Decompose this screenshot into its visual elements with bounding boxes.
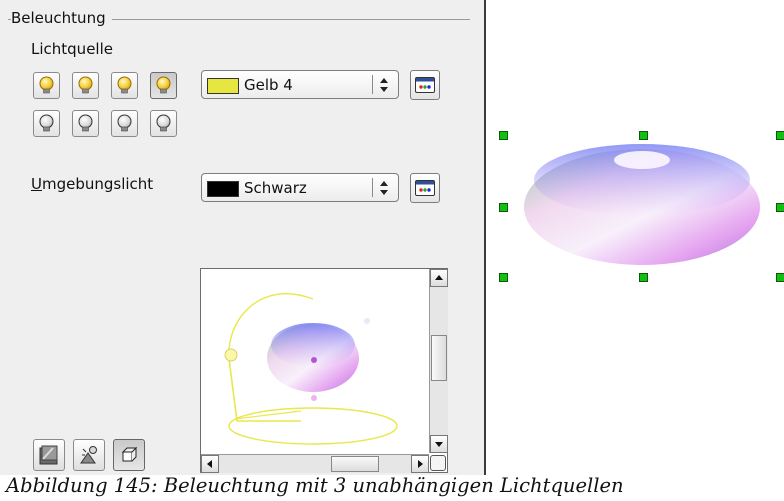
spin-arrows-icon	[380, 78, 388, 92]
light-color-swatch	[207, 78, 239, 94]
light-color-picker-button[interactable]	[410, 70, 440, 100]
selection-handle-top-center[interactable]	[639, 131, 648, 140]
figure-caption: Abbildung 145: Beleuchtung mit 3 unabhän…	[6, 474, 624, 497]
scroll-left-button[interactable]	[201, 455, 219, 473]
torus-hole	[614, 151, 670, 169]
selection-handle-bottom-left[interactable]	[499, 273, 508, 282]
horizontal-scroll-thumb[interactable]	[331, 456, 379, 472]
shading-button[interactable]	[33, 439, 65, 471]
ambient-color-swatch	[207, 181, 239, 197]
light-source-2-button[interactable]	[72, 72, 99, 99]
arrow-right-icon	[418, 460, 423, 468]
selection-handle-top-left[interactable]	[499, 131, 508, 140]
bulb-off-icon	[78, 114, 93, 132]
panel-divider	[484, 0, 486, 475]
light-source-1-button[interactable]	[33, 72, 60, 99]
scroll-down-button[interactable]	[430, 435, 448, 453]
ambient-light-label: Umgebungslicht	[31, 175, 154, 193]
arrow-left-icon	[207, 460, 212, 468]
horizontal-scrollbar[interactable]	[201, 454, 429, 473]
bulb-off-icon	[117, 114, 132, 132]
vertical-scroll-thumb[interactable]	[431, 335, 447, 381]
light-source-7-button[interactable]	[111, 110, 138, 137]
light-source-5-button[interactable]	[33, 110, 60, 137]
color-dialog-icon	[415, 180, 435, 196]
ambient-color-value: Schwarz	[244, 179, 307, 197]
light-color-value: Gelb 4	[244, 76, 293, 94]
combo-separator	[372, 75, 373, 94]
selection-handle-middle-right[interactable]	[776, 203, 784, 212]
selection-handle-middle-left[interactable]	[499, 203, 508, 212]
geometry-button[interactable]	[113, 439, 145, 471]
lighting-icon	[80, 446, 97, 464]
color-dialog-icon	[415, 77, 435, 93]
geometry-icon	[121, 446, 138, 462]
bulb-on-icon	[78, 76, 93, 94]
light-source-6-button[interactable]	[72, 110, 99, 137]
selection-handle-top-right[interactable]	[776, 131, 784, 140]
scroll-corner	[430, 455, 446, 471]
lighting-button[interactable]	[73, 439, 105, 471]
ambient-color-picker-button[interactable]	[410, 173, 440, 203]
spin-arrows-icon	[380, 181, 388, 195]
arrow-down-icon	[435, 442, 443, 447]
light-preview[interactable]	[200, 268, 448, 473]
light-source-label: Lichtquelle	[31, 40, 113, 58]
scroll-up-button[interactable]	[430, 269, 448, 287]
ambient-light-color-select[interactable]: Schwarz	[201, 173, 399, 202]
bulb-on-icon	[156, 76, 171, 94]
preview-scene	[224, 293, 398, 445]
bulb-off-icon	[156, 114, 171, 132]
light-source-3-button[interactable]	[111, 72, 138, 99]
bulb-on-icon	[117, 76, 132, 94]
shading-icon	[39, 445, 58, 465]
scroll-right-button[interactable]	[411, 455, 429, 473]
light-color-select[interactable]: Gelb 4	[201, 70, 399, 99]
combo-separator	[372, 178, 373, 197]
selection-handle-bottom-right[interactable]	[776, 273, 784, 282]
light-source-4-button[interactable]	[150, 72, 177, 99]
arrow-up-icon	[435, 275, 443, 280]
vertical-scrollbar[interactable]	[429, 269, 448, 453]
bulb-off-icon	[39, 114, 54, 132]
light-source-8-button[interactable]	[150, 110, 177, 137]
group-title: Beleuchtung	[11, 9, 112, 27]
selection-handle-bottom-center[interactable]	[639, 273, 648, 282]
bulb-on-icon	[39, 76, 54, 94]
